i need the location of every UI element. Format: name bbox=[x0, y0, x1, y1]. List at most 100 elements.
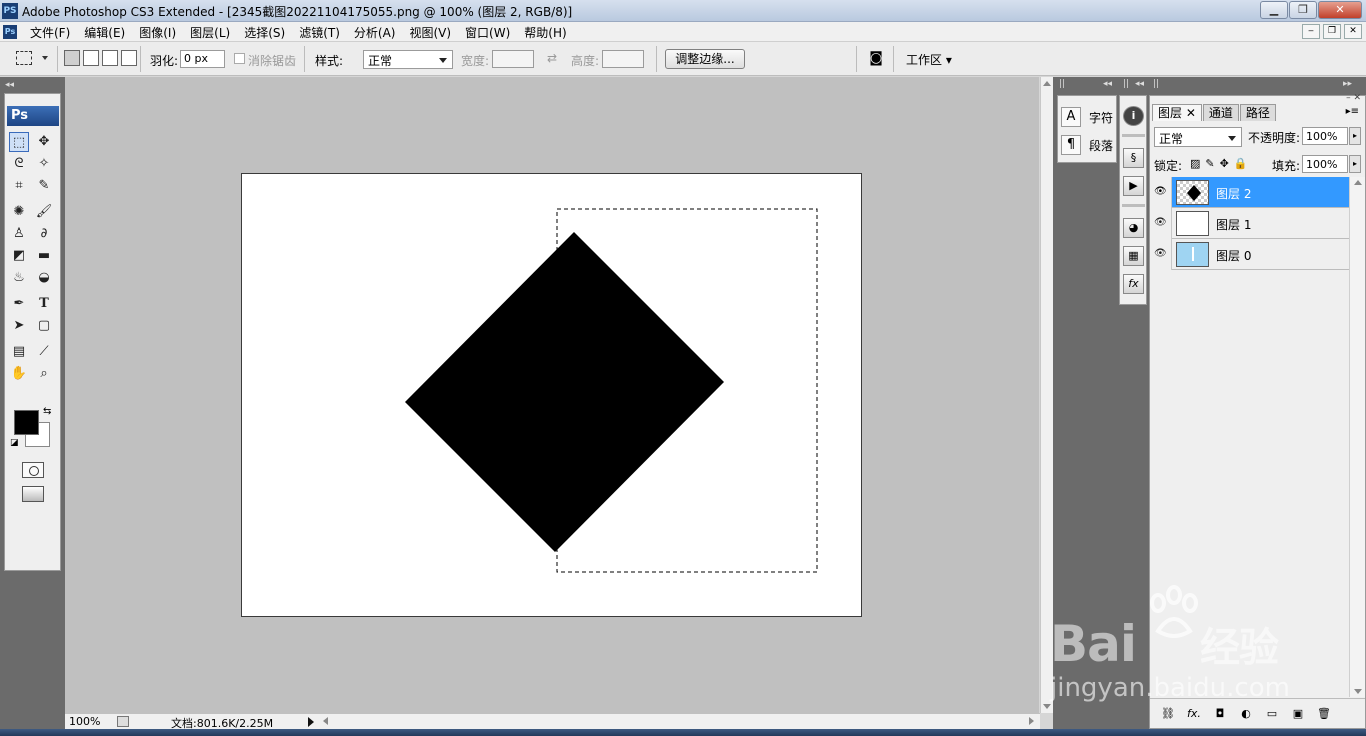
blur-tool[interactable]: ♨ bbox=[9, 268, 29, 288]
path-selection-tool[interactable]: ➤ bbox=[9, 316, 29, 336]
collapse-toolbox-icon[interactable]: ◂◂ bbox=[5, 80, 14, 90]
width-input[interactable] bbox=[492, 50, 534, 68]
info-icon[interactable]: i bbox=[1123, 106, 1144, 126]
workspace-menu[interactable]: 工作区 ▾ bbox=[906, 51, 952, 68]
new-layer-icon[interactable]: ▣ bbox=[1290, 707, 1306, 721]
paragraph-panel-button[interactable]: ¶ 段落 bbox=[1061, 134, 1113, 156]
menu-select[interactable]: 选择(S) bbox=[244, 24, 285, 41]
panel-menu-icon[interactable]: ▸≡ bbox=[1346, 106, 1359, 117]
lock-transparency-icon[interactable]: ▨ bbox=[1190, 157, 1200, 170]
quick-mask-button[interactable] bbox=[22, 462, 44, 478]
lock-image-icon[interactable]: ✎ bbox=[1205, 157, 1214, 170]
tool-preset-dropdown-icon[interactable] bbox=[42, 56, 48, 60]
close-button[interactable]: ✕ bbox=[1318, 1, 1362, 19]
foreground-color-swatch[interactable] bbox=[14, 410, 39, 435]
panel-minimize-close-icon[interactable]: – ✕ bbox=[1346, 93, 1361, 103]
rectangular-marquee-tool[interactable]: ⬚ bbox=[9, 132, 29, 152]
layer-style-fx-icon[interactable]: fx. bbox=[1186, 707, 1202, 721]
close-tab-icon[interactable]: ✕ bbox=[1186, 106, 1196, 120]
antialias-checkbox[interactable] bbox=[234, 53, 245, 64]
menu-layer[interactable]: 图层(L) bbox=[190, 24, 230, 41]
opacity-input[interactable]: 100% bbox=[1302, 127, 1348, 145]
collapse-dock-icon[interactable]: ◂◂ bbox=[1103, 79, 1112, 89]
clone-stamp-tool[interactable]: ♙ bbox=[9, 224, 29, 244]
style-select[interactable]: 正常 bbox=[363, 50, 453, 69]
opacity-slider-button[interactable]: ▸ bbox=[1349, 127, 1361, 145]
character-panel-button[interactable]: A 字符 bbox=[1061, 106, 1113, 128]
dodge-tool[interactable]: ◒ bbox=[34, 268, 54, 288]
styles-fx-icon[interactable]: fx bbox=[1123, 274, 1144, 294]
layers-scrollbar[interactable] bbox=[1349, 177, 1365, 697]
zoom-level[interactable]: 100% bbox=[69, 715, 100, 728]
crop-tool[interactable]: ⌗ bbox=[9, 176, 29, 196]
feather-input[interactable]: 0 px bbox=[180, 50, 225, 68]
brush-tool[interactable]: 🖌 bbox=[34, 202, 54, 222]
eraser-tool[interactable]: ◩ bbox=[9, 246, 29, 266]
slice-tool[interactable]: ✎ bbox=[34, 176, 54, 196]
visibility-toggle[interactable]: 👁 bbox=[1150, 239, 1172, 270]
doc-restore-button[interactable]: ❐ bbox=[1323, 24, 1341, 39]
layer-row-layer-1[interactable]: 👁 图层 1 bbox=[1150, 208, 1349, 239]
menu-edit[interactable]: 编辑(E) bbox=[84, 24, 125, 41]
bridge-icon[interactable]: ◙ bbox=[865, 50, 887, 68]
rectangular-marquee-preset-icon[interactable] bbox=[16, 51, 32, 65]
collapse-dock-icon[interactable]: ◂◂ bbox=[1135, 79, 1144, 89]
menu-filter[interactable]: 滤镜(T) bbox=[299, 24, 340, 41]
layer-row-layer-2[interactable]: 👁 图层 2 bbox=[1150, 177, 1349, 208]
scroll-up-icon[interactable] bbox=[1043, 81, 1051, 86]
eyedropper-tool[interactable]: ⟋ bbox=[34, 342, 54, 362]
menu-view[interactable]: 视图(V) bbox=[409, 24, 451, 41]
notes-tool[interactable]: ▤ bbox=[9, 342, 29, 362]
history-brush-tool[interactable]: ∂ bbox=[34, 224, 54, 244]
tab-channels[interactable]: 通道 bbox=[1202, 104, 1239, 121]
scroll-up-icon[interactable] bbox=[1354, 180, 1362, 185]
add-mask-icon[interactable]: ◘ bbox=[1212, 707, 1228, 721]
refine-edge-button[interactable]: 调整边缘... bbox=[665, 49, 745, 69]
trash-icon[interactable]: 🗑 bbox=[1316, 707, 1332, 721]
swap-width-height-icon[interactable]: ⇄ bbox=[547, 51, 557, 65]
pen-tool[interactable]: ✒ bbox=[9, 294, 29, 314]
scroll-right-icon[interactable] bbox=[1029, 717, 1034, 725]
fill-slider-button[interactable]: ▸ bbox=[1349, 155, 1361, 173]
healing-brush-tool[interactable]: ✺ bbox=[9, 202, 29, 222]
expand-dock-icon[interactable]: ▸▸ bbox=[1343, 79, 1352, 89]
new-selection-button[interactable] bbox=[64, 50, 80, 66]
swap-colors-icon[interactable]: ⇆ bbox=[43, 406, 51, 417]
color-palette-icon[interactable]: ◕ bbox=[1123, 218, 1144, 238]
rectangle-shape-tool[interactable]: ▢ bbox=[34, 316, 54, 336]
height-input[interactable] bbox=[602, 50, 644, 68]
type-tool[interactable]: T bbox=[34, 294, 54, 314]
minimize-button[interactable]: ▁ bbox=[1260, 1, 1288, 19]
gradient-tool[interactable]: ▬ bbox=[34, 246, 54, 266]
document-work-area[interactable] bbox=[65, 77, 1039, 713]
lock-all-icon[interactable]: 🔒 bbox=[1234, 157, 1248, 170]
hand-tool[interactable]: ✋ bbox=[9, 364, 29, 384]
fill-input[interactable]: 100% bbox=[1302, 155, 1348, 173]
history-icon[interactable]: § bbox=[1123, 148, 1144, 168]
menu-window[interactable]: 窗口(W) bbox=[465, 24, 510, 41]
scroll-down-icon[interactable] bbox=[1043, 704, 1051, 709]
new-group-icon[interactable]: ▭ bbox=[1264, 707, 1280, 721]
doc-minimize-button[interactable]: ‒ bbox=[1302, 24, 1320, 39]
default-colors-icon[interactable]: ◪ bbox=[10, 438, 19, 448]
visibility-toggle[interactable]: 👁 bbox=[1150, 208, 1172, 239]
screen-mode-button[interactable] bbox=[22, 486, 44, 502]
photoshop-menu-icon[interactable]: Ps bbox=[3, 25, 17, 39]
subtract-selection-button[interactable] bbox=[102, 50, 118, 66]
adjustment-layer-icon[interactable]: ◐ bbox=[1238, 707, 1254, 721]
maximize-button[interactable]: ❐ bbox=[1289, 1, 1317, 19]
lock-position-icon[interactable]: ✥ bbox=[1220, 157, 1229, 170]
menu-image[interactable]: 图像(I) bbox=[139, 24, 176, 41]
add-to-selection-button[interactable] bbox=[83, 50, 99, 66]
status-menu-arrow-icon[interactable] bbox=[308, 717, 314, 727]
menu-help[interactable]: 帮助(H) bbox=[524, 24, 566, 41]
blend-mode-select[interactable]: 正常 bbox=[1154, 127, 1242, 147]
visibility-toggle[interactable]: 👁 bbox=[1150, 177, 1172, 208]
document-canvas[interactable] bbox=[241, 173, 862, 617]
tab-paths[interactable]: 路径 bbox=[1239, 104, 1276, 121]
scroll-left-icon[interactable] bbox=[323, 717, 328, 725]
actions-play-icon[interactable]: ▶ bbox=[1123, 176, 1144, 196]
scroll-down-icon[interactable] bbox=[1354, 689, 1362, 694]
magic-wand-tool[interactable]: ✧ bbox=[34, 154, 54, 174]
doc-close-button[interactable]: ✕ bbox=[1344, 24, 1362, 39]
